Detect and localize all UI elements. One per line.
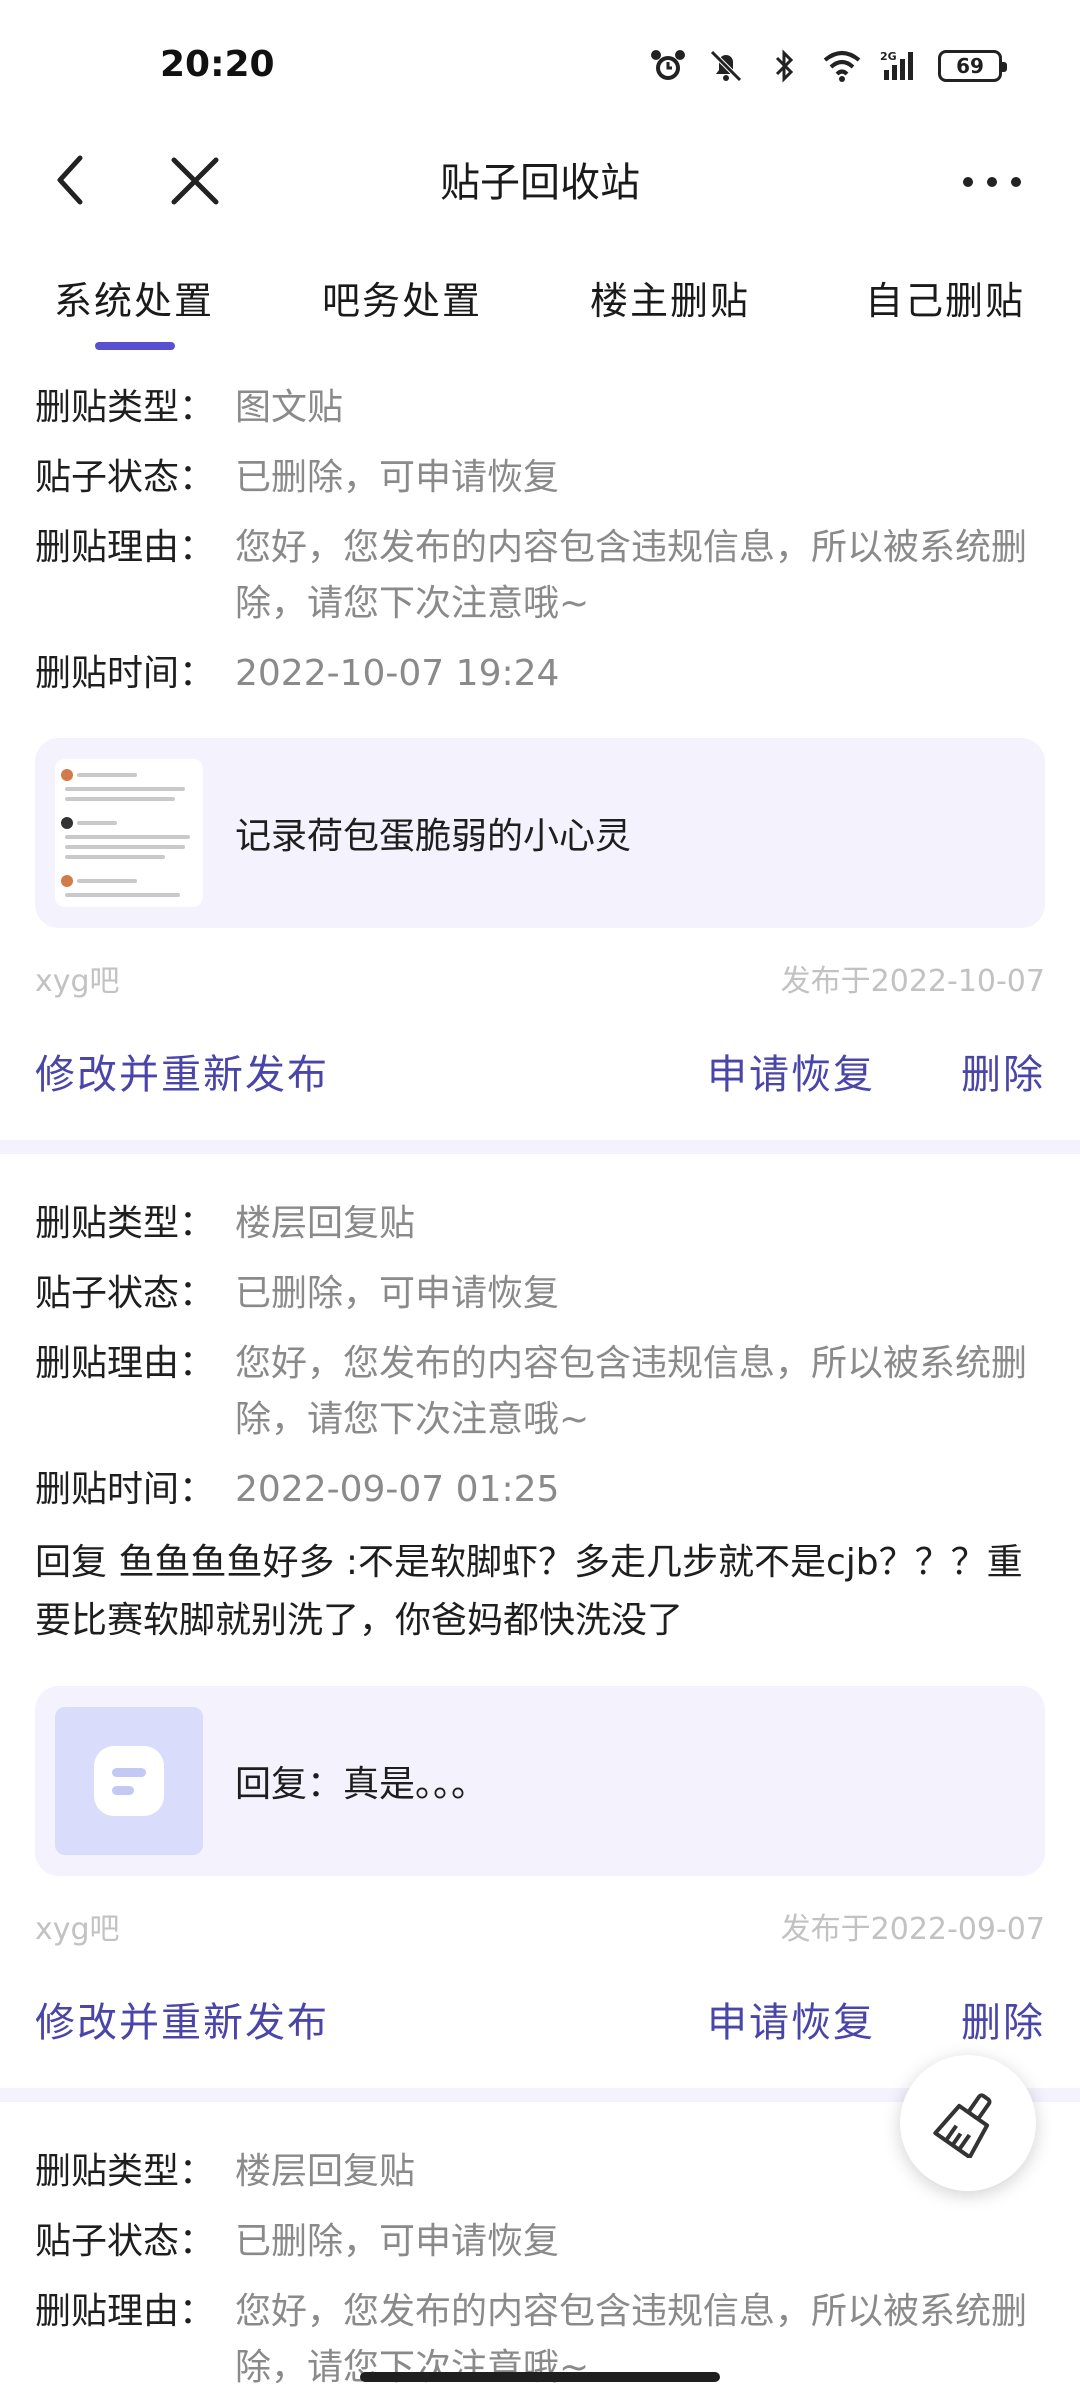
more-icon[interactable]	[952, 140, 1032, 220]
edit-republish-button[interactable]: 修改并重新发布	[35, 1990, 329, 2048]
publish-date: 发布于2022-09-07	[780, 1912, 1045, 1947]
status-value: 已删除，可申请恢复	[235, 457, 560, 498]
post-actions: 修改并重新发布 申请恢复 删除	[35, 1962, 1045, 2072]
post-thumbnail	[55, 759, 203, 907]
meta-time: 删贴时间： 2022-09-07 01:25	[35, 1462, 1045, 1518]
reason-label: 删贴理由：	[35, 1343, 216, 1384]
battery-icon: 69	[938, 50, 1007, 82]
meta-time: 删贴时间： 2022-10-07 19:24	[35, 646, 1045, 702]
tab-self[interactable]: 自己删贴	[865, 270, 1025, 325]
tab-owner[interactable]: 楼主删贴	[590, 270, 750, 325]
forum-name: xyg吧	[35, 964, 120, 999]
time-value: 2022-10-07 19:24	[235, 653, 560, 694]
delete-button[interactable]: 删除	[961, 1990, 1045, 2048]
status-value: 已删除，可申请恢复	[235, 2221, 560, 2262]
reason-value: 您好，您发布的内容包含违规信息，所以被系统删除，请您下次注意哦~	[235, 527, 1028, 624]
post-actions: 修改并重新发布 申请恢复 删除	[35, 1014, 1045, 1124]
alarm-icon	[651, 50, 685, 80]
status-label: 贴子状态：	[35, 1273, 216, 1314]
meta-type: 删贴类型： 楼层回复贴	[35, 2144, 1045, 2200]
tab-admin[interactable]: 吧务处置	[322, 270, 482, 325]
type-label: 删贴类型：	[35, 2151, 216, 2192]
tab-system[interactable]: 系统处置	[54, 270, 214, 325]
restore-button[interactable]: 申请恢复	[707, 1042, 875, 1100]
status-icons: 2G 69	[648, 48, 1007, 84]
post-footer: xyg吧 发布于2022-10-07	[35, 956, 1045, 1000]
edit-republish-button[interactable]: 修改并重新发布	[35, 1042, 329, 1100]
post-title: 回复：真是。。。	[235, 1764, 488, 1805]
time-value: 2022-09-07 01:25	[235, 1469, 560, 1510]
deleted-post-card: 删贴类型： 楼层回复贴 贴子状态： 已删除，可申请恢复 删贴理由： 您好，您发布…	[0, 1196, 1080, 2072]
bluetooth-icon	[775, 49, 794, 83]
type-label: 删贴类型：	[35, 1203, 216, 1244]
card-divider	[0, 1140, 1080, 1154]
tab-bar: 系统处置 吧务处置 楼主删贴 自己删贴	[0, 258, 1080, 358]
deleted-post-card: 删贴类型： 图文贴 贴子状态： 已删除，可申请恢复 删贴理由： 您好，您发布的内…	[0, 380, 1080, 1124]
svg-text:2G: 2G	[880, 50, 897, 63]
forum-name: xyg吧	[35, 1912, 120, 1947]
delete-button[interactable]: 删除	[961, 1042, 1045, 1100]
meta-status: 贴子状态： 已删除，可申请恢复	[35, 2214, 1045, 2270]
meta-reason: 删贴理由： 您好，您发布的内容包含违规信息，所以被系统删除，请您下次注意哦~	[35, 1336, 1045, 1448]
wifi-icon	[823, 51, 861, 82]
meta-status: 贴子状态： 已删除，可申请恢复	[35, 1266, 1045, 1322]
reason-value: 您好，您发布的内容包含违规信息，所以被系统删除，请您下次注意哦~	[235, 1343, 1028, 1440]
home-indicator[interactable]	[360, 2372, 720, 2382]
meta-type: 删贴类型： 楼层回复贴	[35, 1196, 1045, 1252]
signal-icon: 2G	[880, 50, 913, 80]
time-label: 删贴时间：	[35, 653, 216, 694]
type-value: 图文贴	[235, 387, 344, 428]
post-thumbnail	[55, 1707, 203, 1855]
post-preview[interactable]: 回复：真是。。。	[35, 1686, 1045, 1876]
reason-label: 删贴理由：	[35, 527, 216, 568]
status-time: 20:20	[160, 44, 275, 85]
type-label: 删贴类型：	[35, 387, 216, 428]
clean-button[interactable]	[900, 2055, 1036, 2191]
post-footer: xyg吧 发布于2022-09-07	[35, 1904, 1045, 1948]
placeholder-icon	[94, 1746, 164, 1816]
meta-type: 删贴类型： 图文贴	[35, 380, 1045, 436]
tab-indicator	[95, 342, 175, 350]
restore-button[interactable]: 申请恢复	[707, 1990, 875, 2048]
meta-reason: 删贴理由： 您好，您发布的内容包含违规信息，所以被系统删除，请您下次注意哦~	[35, 520, 1045, 632]
post-preview[interactable]: 记录荷包蛋脆弱的小心灵	[35, 738, 1045, 928]
reply-content: 回复 鱼鱼鱼鱼好多 :不是软脚虾？多走几步就不是cjb？？？重要比赛软脚就别洗了…	[35, 1542, 1023, 1641]
publish-date: 发布于2022-10-07	[780, 964, 1045, 999]
mute-icon	[710, 50, 742, 82]
post-title: 记录荷包蛋脆弱的小心灵	[235, 816, 632, 857]
status-label: 贴子状态：	[35, 2221, 216, 2262]
type-value: 楼层回复贴	[235, 1203, 416, 1244]
status-label: 贴子状态：	[35, 457, 216, 498]
status-value: 已删除，可申请恢复	[235, 1273, 560, 1314]
broom-icon	[933, 2093, 992, 2158]
time-label: 删贴时间：	[35, 1469, 216, 1510]
deleted-post-card: 删贴类型： 楼层回复贴 贴子状态： 已删除，可申请恢复 删贴理由： 您好，您发布…	[0, 2144, 1080, 2396]
reason-label: 删贴理由：	[35, 2291, 216, 2332]
meta-status: 贴子状态： 已删除，可申请恢复	[35, 450, 1045, 506]
nav-header: 贴子回收站	[0, 130, 1080, 250]
status-bar: 20:20 2G 69	[0, 0, 1080, 130]
page-title: 贴子回收站	[440, 160, 640, 206]
